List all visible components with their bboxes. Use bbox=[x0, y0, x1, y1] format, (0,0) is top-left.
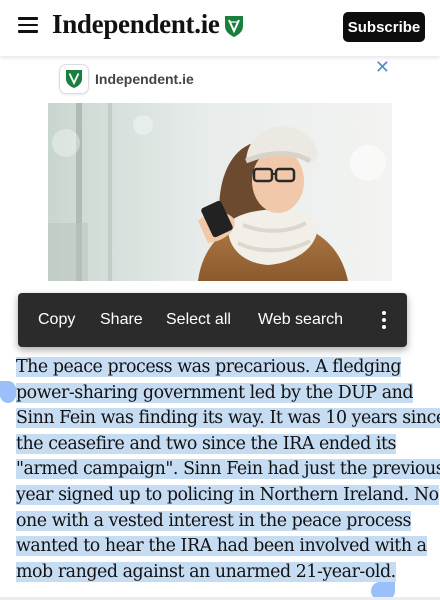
ad-image[interactable] bbox=[48, 103, 392, 281]
article-line: mob ranged against an unarmed 21-year-ol… bbox=[16, 561, 396, 582]
ad-brand-logo-icon bbox=[60, 65, 88, 93]
article-paragraph[interactable]: The peace process was precarious. A fled… bbox=[16, 355, 440, 585]
article-line: year signed up to policing in Northern I… bbox=[16, 484, 439, 505]
site-logo[interactable]: Independent.ie bbox=[52, 9, 245, 40]
share-button[interactable]: Share bbox=[100, 311, 143, 329]
woman-with-phone-image bbox=[48, 103, 392, 281]
select-all-button[interactable]: Select all bbox=[166, 311, 231, 329]
article-line: one with a vested interest in the peace … bbox=[16, 510, 411, 531]
article-line: The peace process was precarious. A fled… bbox=[16, 357, 402, 377]
selection-start-handle[interactable] bbox=[0, 381, 16, 403]
subscribe-button[interactable]: Subscribe bbox=[343, 12, 425, 42]
article-line: wanted to hear the IRA had been involved… bbox=[16, 536, 427, 557]
article-line: power-sharing government led by the DUP … bbox=[16, 382, 414, 403]
site-header: Independent.ie Subscribe bbox=[0, 0, 440, 56]
article-line: "armed campaign". Sinn Fein had just the… bbox=[16, 459, 440, 480]
logo-text: Independent.ie bbox=[52, 9, 220, 39]
copy-button[interactable]: Copy bbox=[38, 311, 75, 329]
article-line: Sinn Fein was finding its way. It was 10… bbox=[16, 408, 440, 429]
harp-shield-icon bbox=[224, 15, 243, 37]
ad-brand-name: Independent.ie bbox=[95, 71, 194, 87]
ad-brand: Independent.ie bbox=[60, 65, 194, 93]
ad-close-icon[interactable]: ✕ bbox=[375, 57, 390, 78]
more-vertical-icon[interactable] bbox=[381, 311, 387, 331]
text-selection-toolbar: Copy Share Select all Web search bbox=[18, 293, 407, 347]
advertisement[interactable]: Independent.ie ✕ bbox=[48, 57, 392, 283]
hamburger-menu-icon[interactable] bbox=[18, 17, 38, 33]
web-search-button[interactable]: Web search bbox=[258, 311, 343, 329]
article-line: the ceasefire and two since the IRA ende… bbox=[16, 433, 396, 454]
